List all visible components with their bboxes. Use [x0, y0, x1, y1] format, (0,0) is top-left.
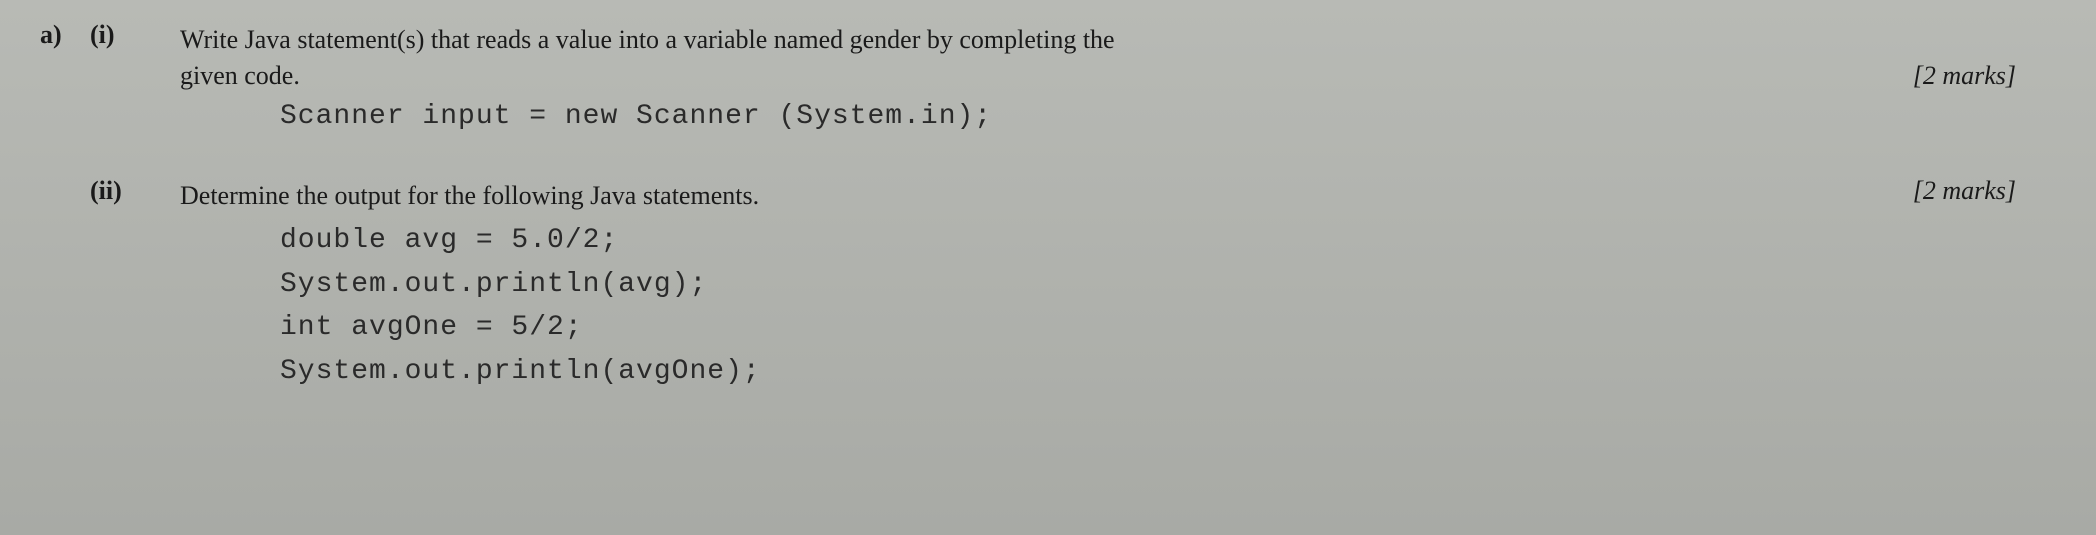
content-area-i: Write Java statement(s) that reads a val…	[180, 20, 2056, 59]
label-part-ii: (ii)	[90, 176, 180, 206]
label-part-i: (i)	[90, 20, 180, 50]
question-i-text-1: Write Java statement(s) that reads a val…	[180, 20, 2056, 59]
question-row-2: (ii) Determine the output for the follow…	[40, 176, 2056, 215]
question-row-1-cont: given code. [2 marks]	[180, 61, 2056, 91]
code-line: Scanner input = new Scanner (System.in);	[280, 95, 2056, 138]
code-line: int avgOne = 5/2;	[280, 306, 2056, 349]
label-a: a)	[40, 20, 90, 50]
question-part-ii: (ii) Determine the output for the follow…	[40, 176, 2056, 393]
question-ii-text: Determine the output for the following J…	[180, 176, 1873, 215]
question-part-i: a) (i) Write Java statement(s) that read…	[40, 20, 2056, 138]
code-block-ii: double avg = 5.0/2; System.out.println(a…	[280, 219, 2056, 393]
code-line: double avg = 5.0/2;	[280, 219, 2056, 262]
question-row-1: a) (i) Write Java statement(s) that read…	[40, 20, 2056, 59]
content-area-ii: Determine the output for the following J…	[180, 176, 2056, 215]
code-block-i: Scanner input = new Scanner (System.in);	[280, 95, 2056, 138]
code-line: System.out.println(avg);	[280, 263, 2056, 306]
marks-i: [2 marks]	[1913, 61, 2056, 91]
marks-ii: [2 marks]	[1913, 176, 2056, 206]
code-line: System.out.println(avgOne);	[280, 350, 2056, 393]
question-i-text-2: given code.	[180, 61, 1873, 91]
